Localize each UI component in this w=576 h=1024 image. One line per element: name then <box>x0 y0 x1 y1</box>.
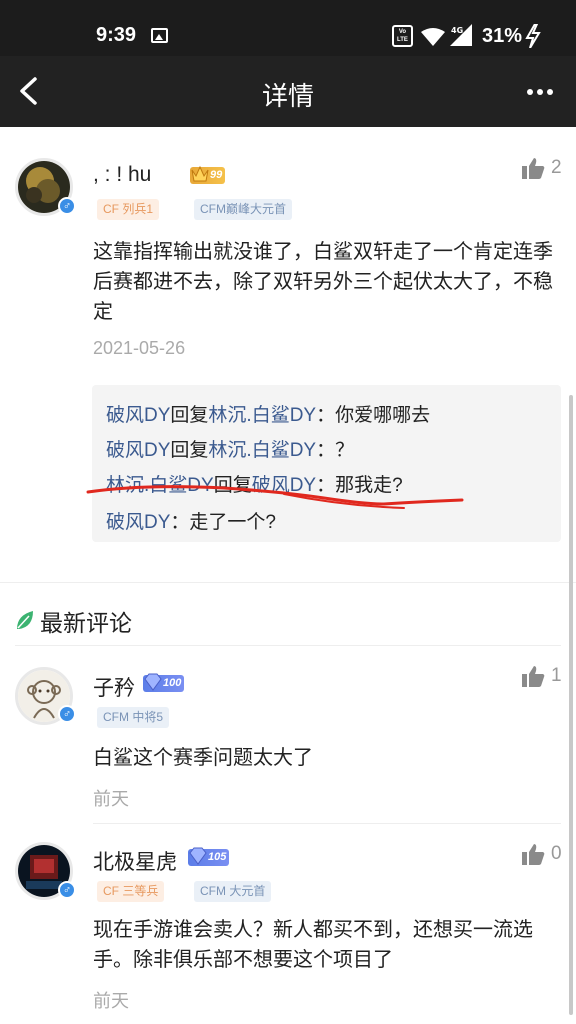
like-count: 1 <box>551 665 562 686</box>
level-badge-value: 105 <box>208 851 227 863</box>
comment-divider <box>93 823 561 824</box>
thumbs-up-icon <box>522 666 545 687</box>
charging-bolt-icon <box>525 24 541 48</box>
red-underline-annotation <box>86 485 464 509</box>
comment-date: 前天 <box>93 991 129 1011</box>
signal-icon: 4G <box>450 24 472 46</box>
comment-text: 这靠指挥输出就没谁了，白鲨双轩走了一个肯定连季后赛都进不去，除了双轩另外三个起伏… <box>93 241 553 323</box>
cf-rank-tag: CF 三等兵 <box>97 881 165 902</box>
status-time: 9:39 <box>96 24 137 46</box>
leaf-icon <box>17 611 33 629</box>
reply-separator: ： <box>170 512 190 533</box>
section-divider <box>0 582 576 583</box>
username[interactable]: 子矜 <box>93 672 135 702</box>
cfm-rank-tag: CFM 中将5 <box>97 707 170 728</box>
male-gender-icon: ♂ <box>58 881 76 899</box>
reply-verb: 回复 <box>170 405 209 426</box>
app-bar: 详情 <box>0 56 576 127</box>
status-bar: 9:39 Vo LTE 4G 31% <box>0 0 576 56</box>
crown-icon <box>191 165 209 182</box>
reply-separator: ： <box>316 440 336 461</box>
cfm-rank-tag: CFM巅峰大元首 <box>194 199 292 220</box>
comment-text: 现在手游谁会卖人？新人都买不到，还想买一流选手。除非俱乐部不想要这个项目了 <box>93 919 533 971</box>
male-gender-icon: ♂ <box>58 197 76 215</box>
comment-date: 2021-05-26 <box>93 338 186 358</box>
battery-percent: 31% <box>482 25 523 47</box>
reply-text: ？ <box>335 440 355 461</box>
reply-text: 你爱哪哪去 <box>335 405 431 426</box>
level-badge: 100 <box>143 673 185 692</box>
more-button[interactable] <box>520 78 560 106</box>
level-badge-value: 100 <box>163 677 182 689</box>
latest-comments-title: 最新评论 <box>40 610 132 636</box>
section-title-divider <box>15 645 561 646</box>
username[interactable]: 北极星虎 <box>93 846 177 876</box>
comment-date: 前天 <box>93 789 129 809</box>
reply-target[interactable]: 林沉.白鲨DY <box>208 440 316 461</box>
more-dots-icon <box>527 89 553 95</box>
reply-verb: 回复 <box>170 440 209 461</box>
username[interactable]: , : ! hu <box>93 163 151 187</box>
gallery-notification-icon <box>151 28 168 43</box>
volte-icon: Vo LTE <box>392 25 413 47</box>
thumbs-up-icon <box>522 844 545 865</box>
level-badge: 105 <box>188 847 230 866</box>
reply-item[interactable]: 破风DY回复林沉.白鲨DY：你爱哪哪去 <box>106 400 430 427</box>
reply-author[interactable]: 破风DY <box>106 405 170 426</box>
network-type-label: 4G <box>451 26 463 35</box>
reply-text: 走了一个? <box>189 512 276 533</box>
reply-separator: ： <box>316 405 336 426</box>
level-badge-value: 99 <box>210 169 223 181</box>
like-count: 0 <box>551 843 562 864</box>
reply-target[interactable]: 林沉.白鲨DY <box>208 405 316 426</box>
wifi-icon <box>421 28 445 46</box>
reply-item[interactable]: 破风DY回复林沉.白鲨DY：？ <box>106 435 354 462</box>
reply-author[interactable]: 破风DY <box>106 512 170 533</box>
scrollbar[interactable] <box>569 395 573 1015</box>
like-count: 2 <box>551 157 562 178</box>
thumbs-up-icon <box>522 158 545 179</box>
male-gender-icon: ♂ <box>58 705 76 723</box>
cf-rank-tag: CF 列兵1 <box>97 199 160 220</box>
comment-text: 白鲨这个赛季问题太大了 <box>93 747 313 769</box>
cfm-rank-tag: CFM 大元首 <box>194 881 272 902</box>
reply-author[interactable]: 破风DY <box>106 440 170 461</box>
diamond-icon <box>144 673 162 691</box>
diamond-icon <box>189 847 207 865</box>
page-title: 详情 <box>261 81 314 111</box>
reply-thread[interactable]: 破风DY回复林沉.白鲨DY：你爱哪哪去 破风DY回复林沉.白鲨DY：？ 林沉.白… <box>92 385 561 542</box>
level-badge: 99 <box>190 165 226 184</box>
